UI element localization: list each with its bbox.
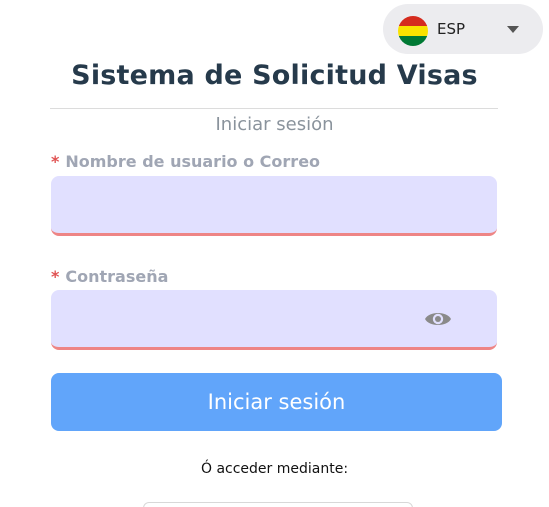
required-mark: *: [51, 267, 60, 286]
alternate-login-button[interactable]: [143, 502, 413, 507]
username-label-text: Nombre de usuario o Correo: [65, 152, 321, 171]
username-input[interactable]: [51, 176, 497, 236]
alternate-login-label: Ó acceder mediante:: [200, 461, 349, 477]
page-title: Sistema de Solicitud Visas: [71, 60, 478, 91]
language-code: ESP: [437, 20, 466, 38]
bolivia-flag-icon: [398, 16, 428, 46]
eye-icon[interactable]: [424, 308, 452, 330]
password-label-text: Contraseña: [65, 267, 169, 286]
language-selector[interactable]: ESP: [383, 4, 543, 54]
title-divider: [50, 108, 498, 109]
login-button[interactable]: Iniciar sesión: [51, 373, 502, 431]
username-label: * Nombre de usuario o Correo: [51, 152, 320, 171]
chevron-down-icon: [507, 26, 519, 33]
required-mark: *: [51, 152, 60, 171]
password-label: * Contraseña: [51, 267, 168, 286]
page-subtitle: Iniciar sesión: [215, 114, 334, 135]
login-page: ESP Sistema de Solicitud Visas Iniciar s…: [0, 0, 549, 507]
